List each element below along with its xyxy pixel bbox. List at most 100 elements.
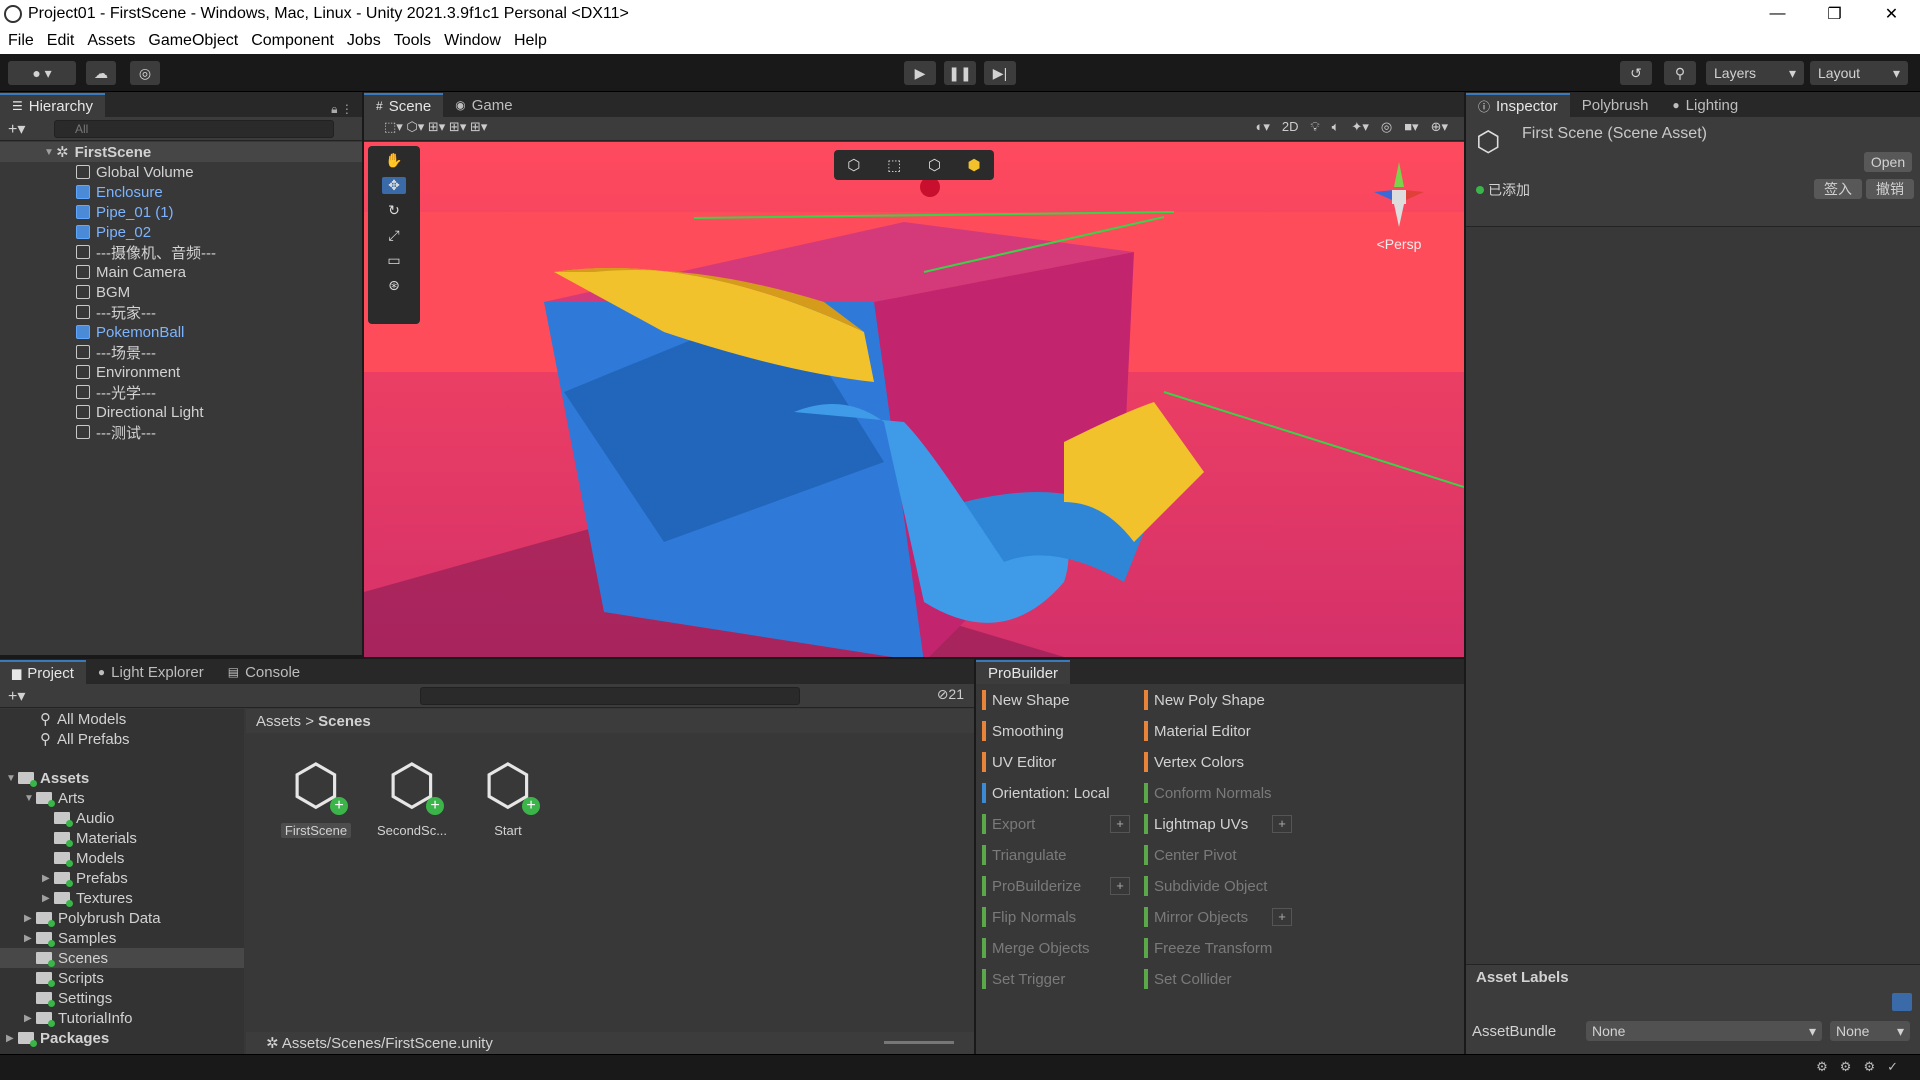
- tab-console[interactable]: ▤ Console: [216, 660, 312, 684]
- hierarchy-item[interactable]: Directional Light: [0, 402, 362, 422]
- project-search-input[interactable]: [420, 687, 800, 705]
- scene-asset-tile[interactable]: ⬡ + Start: [468, 753, 548, 838]
- probuilder-action[interactable]: Center Pivot: [1144, 844, 1237, 866]
- scene-viewport[interactable]: ✋ ✥ ↻ ⤢ ▭ ⊛ ⬡ ⬚ ⬡ ⬢ <Persp: [364, 142, 1464, 657]
- label-tag-icon[interactable]: [1892, 993, 1912, 1011]
- hierarchy-item[interactable]: Global Volume: [0, 162, 362, 182]
- menu-component[interactable]: Component: [251, 32, 334, 50]
- close-button[interactable]: ✕: [1863, 4, 1920, 24]
- probuilder-action[interactable]: Orientation: Local: [982, 782, 1110, 804]
- scene-gizmo[interactable]: <Persp: [1354, 152, 1444, 262]
- hierarchy-item[interactable]: PokemonBall: [0, 322, 362, 342]
- hand-tool-icon[interactable]: ✋: [385, 152, 402, 169]
- tab-lighting[interactable]: ● Lighting: [1660, 93, 1750, 117]
- hierarchy-item[interactable]: BGM: [0, 282, 362, 302]
- packages-root[interactable]: ▶ Packages: [0, 1028, 244, 1048]
- tab-probuilder[interactable]: ProBuilder: [976, 660, 1071, 684]
- create-button[interactable]: +▾: [8, 686, 25, 706]
- tab-project[interactable]: ▆ Project: [0, 660, 86, 684]
- hierarchy-item[interactable]: Pipe_02: [0, 222, 362, 242]
- vertex-mode-icon[interactable]: ⬚: [887, 156, 901, 174]
- probuilder-action[interactable]: New Poly Shape: [1144, 689, 1265, 711]
- undo-history-button[interactable]: ↺: [1620, 61, 1652, 85]
- hierarchy-item[interactable]: Pipe_01 (1): [0, 202, 362, 222]
- hidden-packages-count[interactable]: ⊘21: [937, 686, 964, 703]
- expand-arrow-icon[interactable]: ▼: [6, 773, 18, 784]
- scene-row[interactable]: ▼ ✲ FirstScene: [0, 142, 362, 162]
- project-folder[interactable]: Models: [0, 848, 244, 868]
- minimize-button[interactable]: —: [1749, 5, 1806, 23]
- hierarchy-item[interactable]: Main Camera: [0, 262, 362, 282]
- maximize-button[interactable]: ❐: [1806, 4, 1863, 24]
- project-folder[interactable]: ▶ TutorialInfo: [0, 1008, 244, 1028]
- project-folder[interactable]: ▶ Samples: [0, 928, 244, 948]
- expand-arrow-icon[interactable]: ▶: [24, 913, 36, 924]
- search-button[interactable]: ⚲: [1664, 61, 1696, 85]
- breadcrumb-scenes[interactable]: Scenes: [318, 713, 371, 730]
- project-folder[interactable]: Scripts: [0, 968, 244, 988]
- toggle-2d-button[interactable]: 2D: [1282, 119, 1299, 135]
- step-button[interactable]: ▶|: [984, 61, 1016, 85]
- favorite-all-models[interactable]: ⚲ All Models: [0, 709, 244, 729]
- menu-edit[interactable]: Edit: [47, 32, 75, 50]
- project-folder[interactable]: Audio: [0, 808, 244, 828]
- open-button[interactable]: Open: [1864, 152, 1912, 172]
- pause-button[interactable]: ❚❚: [944, 61, 976, 85]
- layout-dropdown[interactable]: Layout ▾: [1810, 61, 1908, 85]
- hierarchy-item[interactable]: ---摄像机、音频---: [0, 242, 362, 262]
- probuilder-action[interactable]: Flip Normals: [982, 906, 1076, 928]
- tab-game[interactable]: ◉ Game: [443, 93, 524, 117]
- move-tool-icon[interactable]: ✥: [382, 177, 406, 194]
- project-folder[interactable]: ▶ Polybrush Data: [0, 908, 244, 928]
- menu-file[interactable]: File: [8, 32, 34, 50]
- tab-hierarchy[interactable]: ☰ Hierarchy: [0, 93, 105, 117]
- hierarchy-item[interactable]: ---测试---: [0, 422, 362, 442]
- tab-inspector[interactable]: ⓘ Inspector: [1466, 93, 1570, 117]
- tab-polybrush[interactable]: Polybrush: [1570, 93, 1661, 117]
- project-folder[interactable]: Materials: [0, 828, 244, 848]
- probuilder-action[interactable]: Lightmap UVs +: [1144, 813, 1292, 835]
- menu-tools[interactable]: Tools: [394, 32, 431, 50]
- assets-root[interactable]: ▼ Assets: [0, 768, 244, 788]
- menu-window[interactable]: Window: [444, 32, 501, 50]
- rotate-tool-icon[interactable]: ↻: [388, 202, 400, 219]
- expand-arrow-icon[interactable]: ▶: [24, 1013, 36, 1024]
- object-mode-icon[interactable]: ⬡: [847, 156, 860, 174]
- persp-label[interactable]: <Persp: [1354, 236, 1444, 252]
- hierarchy-search-input[interactable]: All: [54, 120, 334, 138]
- options-plus-button[interactable]: +: [1272, 815, 1292, 833]
- account-button[interactable]: ● ▾: [8, 61, 76, 85]
- edge-mode-icon[interactable]: ⬡: [928, 156, 941, 174]
- hierarchy-item[interactable]: Enclosure: [0, 182, 362, 202]
- assetbundle-dropdown[interactable]: None ▾: [1586, 1021, 1822, 1041]
- probuilder-action[interactable]: New Shape: [982, 689, 1070, 711]
- project-folder[interactable]: ▼ Arts: [0, 788, 244, 808]
- probuilder-action[interactable]: UV Editor: [982, 751, 1056, 773]
- play-button[interactable]: ▶: [904, 61, 936, 85]
- effects-icon[interactable]: ✦▾: [1351, 119, 1368, 135]
- probuilder-action[interactable]: Mirror Objects +: [1144, 906, 1292, 928]
- probuilder-action[interactable]: Export +: [982, 813, 1130, 835]
- layers-dropdown[interactable]: Layers ▾: [1706, 61, 1804, 85]
- checkin-button[interactable]: 签入: [1814, 179, 1862, 199]
- hierarchy-item[interactable]: Environment: [0, 362, 362, 382]
- tab-scene[interactable]: # Scene: [364, 93, 444, 117]
- transform-tool-icon[interactable]: ⊛: [388, 277, 400, 294]
- probuilder-action[interactable]: Conform Normals: [1144, 782, 1272, 804]
- camera-icon[interactable]: ■▾: [1404, 119, 1418, 135]
- variant-dropdown[interactable]: None ▾: [1830, 1021, 1910, 1041]
- expand-arrow-icon[interactable]: ▶: [6, 1033, 18, 1044]
- scale-tool-icon[interactable]: ⤢: [388, 227, 399, 244]
- lighting-toggle-icon[interactable]: 💡︎: [1311, 119, 1320, 135]
- scene-asset-tile[interactable]: ⬡ + SecondSc...: [372, 753, 452, 838]
- probuilder-action[interactable]: Subdivide Object: [1144, 875, 1267, 897]
- probuilder-action[interactable]: Set Collider: [1144, 968, 1232, 990]
- probuilder-action[interactable]: Material Editor: [1144, 720, 1251, 742]
- draw-mode-dropdown[interactable]: ⬚▾ ⬡▾ ⊞▾ ⊞▾ ⊞▾: [384, 119, 487, 135]
- expand-arrow-icon[interactable]: ▶: [42, 893, 54, 904]
- revert-button[interactable]: 撤销: [1866, 179, 1914, 199]
- project-folder[interactable]: ▶ Prefabs: [0, 868, 244, 888]
- expand-arrow-icon[interactable]: ▼: [44, 147, 56, 158]
- audio-toggle-icon[interactable]: 🔈︎: [1332, 119, 1340, 135]
- probuilder-action[interactable]: Triangulate: [982, 844, 1067, 866]
